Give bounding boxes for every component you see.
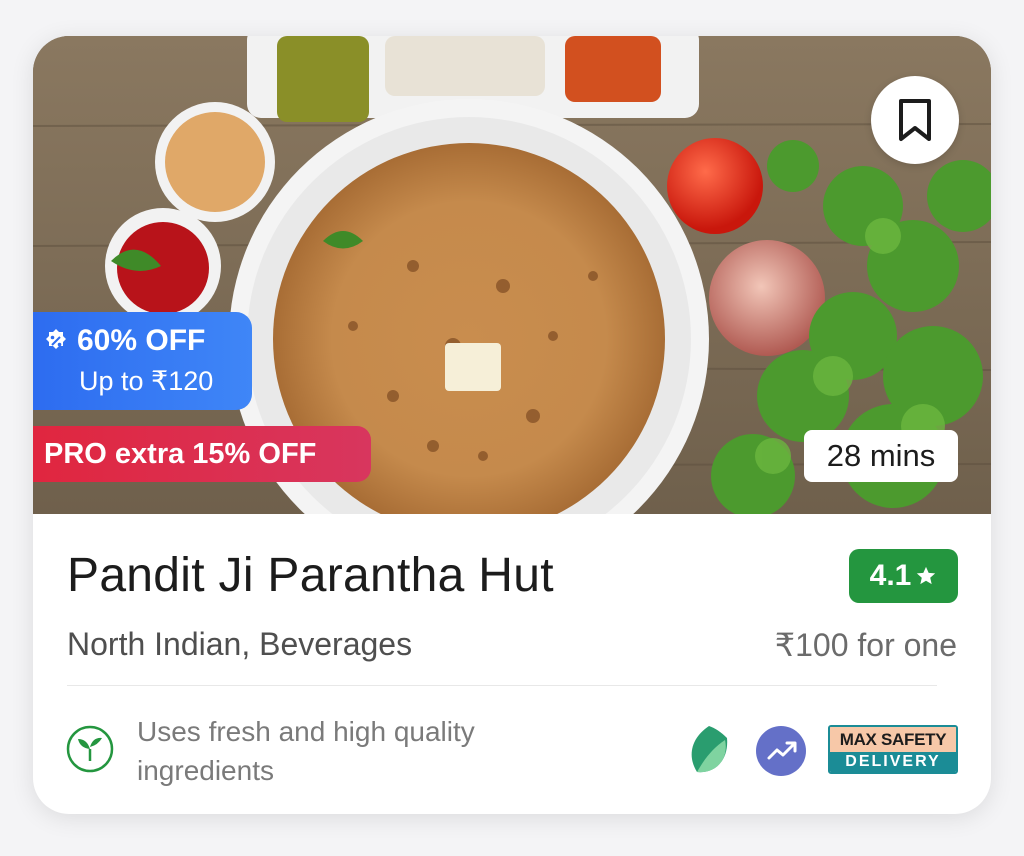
safety-badge-bottom: DELIVERY [830, 752, 956, 772]
fresh-ingredients-text: Uses fresh and high quality ingredients [137, 716, 475, 786]
star-icon [917, 566, 936, 585]
discount-text: 60% OFF [77, 324, 206, 357]
leaf-icon [691, 726, 728, 773]
bookmark-icon [899, 99, 931, 141]
rating-badge: 4.1 [849, 549, 958, 603]
discount-cap-text: Up to ₹120 [79, 366, 214, 396]
safety-badge-top: MAX SAFETY [830, 727, 956, 752]
price-for-one: ₹100 for one [774, 627, 957, 663]
restaurant-photo[interactable]: 60% OFF Up to ₹120 PRO extra 15% OFF 28 … [33, 36, 991, 514]
sprout-icon [66, 725, 114, 773]
delivery-time-badge: 28 mins [804, 430, 958, 482]
rating-value: 4.1 [869, 559, 912, 592]
discount-offer-badge: 60% OFF Up to ₹120 [33, 312, 252, 410]
bookmark-button[interactable] [871, 76, 959, 164]
pro-offer-badge: PRO extra 15% OFF [33, 426, 371, 482]
cuisine-list: North Indian, Beverages [67, 626, 413, 662]
discount-icon [43, 328, 69, 354]
max-safety-delivery-badge: MAX SAFETY DELIVERY [828, 725, 958, 774]
restaurant-card[interactable]: 60% OFF Up to ₹120 PRO extra 15% OFF 28 … [33, 36, 991, 814]
restaurant-name[interactable]: Pandit Ji Parantha Hut [67, 548, 554, 603]
divider [67, 685, 937, 686]
trend-up-icon [756, 726, 806, 776]
